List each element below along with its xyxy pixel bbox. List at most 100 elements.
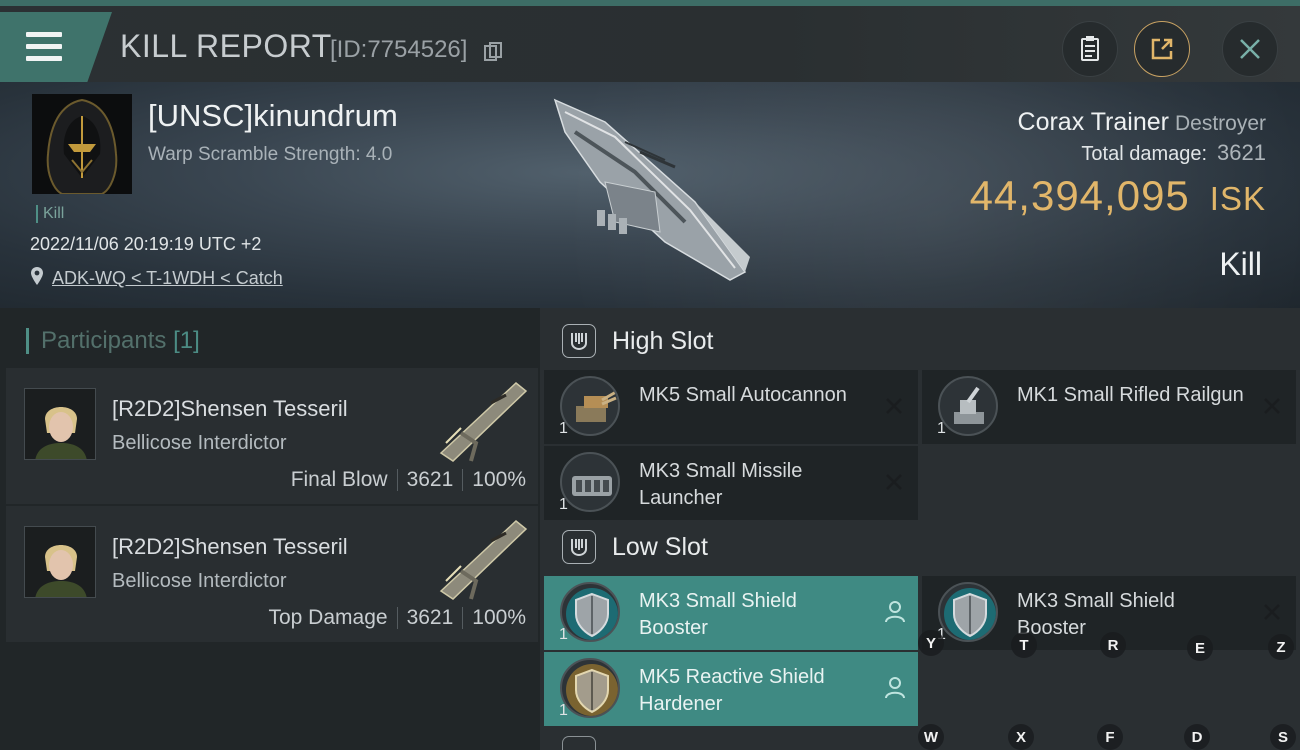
ship-image[interactable]	[545, 92, 765, 292]
total-damage-value: 3621	[1217, 140, 1266, 165]
victim-name[interactable]: [UNSC]kinundrum	[148, 98, 398, 134]
participant-ship: Bellicose Interdictor	[112, 570, 287, 592]
fitting-panel: High Slot 1 MK5 Small Autocannon 1 MK1 S…	[540, 308, 1300, 750]
participant-row[interactable]: [R2D2]Shensen Tesseril Bellicose Interdi…	[6, 506, 538, 642]
clipboard-button[interactable]	[1062, 21, 1118, 77]
railgun-icon	[938, 376, 998, 436]
key-hint: S	[1270, 724, 1296, 750]
ship-class: Destroyer	[1174, 112, 1266, 135]
module-name: MK5 Small Autocannon	[639, 384, 847, 406]
warp-scramble-strength: Warp Scramble Strength: 4.0	[148, 144, 393, 165]
total-damage-label: Total damage:	[1081, 143, 1208, 165]
participant-percent: 100%	[472, 606, 526, 629]
weapon-icon	[439, 520, 528, 600]
shield-booster-icon	[560, 582, 620, 642]
participant-ship: Bellicose Interdictor	[112, 432, 287, 454]
participant-stats: Top Damage 3621 100%	[268, 606, 526, 630]
header-bar: KILL REPORT [ID:7754526]	[0, 6, 1300, 82]
close-icon	[1240, 39, 1260, 59]
module-item[interactable]: 1 MK5 Reactive Shield Hardener	[544, 652, 918, 726]
participant-row[interactable]: [R2D2]Shensen Tesseril Bellicose Interdi…	[6, 368, 538, 504]
hamburger-menu-icon	[26, 32, 62, 62]
participant-name[interactable]: [R2D2]Shensen Tesseril	[112, 534, 348, 560]
participants-count: [1]	[173, 327, 200, 354]
participant-name[interactable]: [R2D2]Shensen Tesseril	[112, 396, 348, 422]
module-item[interactable]: 1 MK5 Small Autocannon	[544, 370, 918, 444]
participant-stats: Final Blow 3621 100%	[291, 468, 526, 492]
pilot-icon	[885, 677, 905, 699]
close-button[interactable]	[1222, 21, 1278, 77]
module-quantity: 1	[559, 626, 568, 643]
next-slot-header-partial	[562, 736, 596, 750]
ship-name[interactable]: Corax Trainer Destroyer	[1018, 108, 1266, 137]
result-label: Kill	[1219, 246, 1262, 282]
autocannon-icon	[560, 376, 620, 436]
key-hint: Z	[1268, 634, 1294, 660]
page-title: KILL REPORT	[120, 28, 332, 64]
participant-role: Final Blow	[290, 468, 388, 491]
participant-role: Top Damage	[268, 606, 388, 629]
stats-divider	[396, 607, 398, 629]
share-button[interactable]	[1134, 21, 1190, 77]
report-id: [ID:7754526]	[330, 36, 468, 63]
module-item[interactable]: 1 MK1 Small Rifled Railgun	[922, 370, 1296, 444]
module-quantity: 1	[559, 702, 568, 719]
module-quantity: 1	[937, 420, 946, 437]
key-hint: X	[1008, 724, 1034, 750]
pilot-icon	[885, 601, 905, 623]
key-hint: D	[1184, 724, 1210, 750]
participants-label: Participants	[41, 327, 167, 354]
key-hint: Y	[918, 630, 944, 656]
high-slot-icon	[562, 324, 596, 358]
shield-hardener-icon	[560, 658, 620, 718]
key-hint: F	[1097, 724, 1123, 750]
key-hint: R	[1100, 632, 1126, 658]
stats-divider	[462, 607, 464, 629]
destroyed-x-icon	[1264, 604, 1280, 620]
destroyed-x-icon	[1264, 398, 1280, 414]
participant-damage: 3621	[406, 606, 454, 629]
module-name: MK1 Small Rifled Railgun	[1017, 384, 1244, 406]
menu-button[interactable]	[0, 12, 112, 82]
ship-name-text: Corax Trainer	[1017, 108, 1169, 136]
destroyed-x-icon	[886, 474, 902, 490]
module-name: MK3 Small Shield Booster	[639, 590, 797, 639]
kill-datetime: 2022/11/06 20:19:19 UTC +2	[30, 234, 262, 254]
total-damage: Total damage: 3621	[1081, 140, 1266, 166]
participant-damage: 3621	[406, 468, 454, 491]
participant-percent: 100%	[472, 468, 526, 491]
high-slot-header: High Slot	[562, 324, 713, 358]
share-icon	[1151, 38, 1173, 60]
participant-avatar	[24, 388, 96, 460]
participants-panel: Participants [1] [R2D2]Shensen Tesseril …	[0, 308, 540, 750]
low-slot-header: Low Slot	[562, 530, 708, 564]
module-name: MK5 Reactive Shield Hardener	[639, 666, 825, 715]
location-link[interactable]: ADK-WQ < T-1WDH < Catch	[52, 268, 283, 289]
location-pin-icon	[31, 267, 43, 285]
high-slot-label: High Slot	[612, 326, 714, 355]
low-slot-label: Low Slot	[612, 532, 708, 561]
copy-icon[interactable]	[484, 42, 502, 62]
victim-portrait[interactable]	[32, 94, 132, 194]
module-name: MK3 Small Missile Launcher	[639, 460, 803, 509]
destroyed-x-icon	[886, 398, 902, 414]
stats-divider	[396, 469, 398, 491]
weapon-icon	[439, 382, 528, 462]
participant-avatar	[24, 526, 96, 598]
missile-launcher-icon	[560, 452, 620, 512]
module-item[interactable]: 1 MK3 Small Shield Booster	[544, 576, 918, 650]
isk-value: 44,394,095 ISK	[970, 172, 1266, 220]
clipboard-icon	[1081, 36, 1099, 61]
isk-amount: 44,394,095	[969, 172, 1190, 219]
module-quantity: 1	[559, 420, 568, 437]
key-hint: E	[1187, 635, 1213, 661]
stats-divider	[462, 469, 464, 491]
low-slot-icon	[562, 530, 596, 564]
kill-tag: Kill	[36, 205, 64, 223]
participants-header: Participants [1]	[26, 328, 200, 354]
module-item[interactable]: 1 MK3 Small Missile Launcher	[544, 446, 918, 520]
key-hint: W	[918, 724, 944, 750]
module-quantity: 1	[559, 496, 568, 513]
module-name: MK3 Small Shield Booster	[1017, 590, 1175, 639]
isk-unit: ISK	[1209, 180, 1266, 217]
